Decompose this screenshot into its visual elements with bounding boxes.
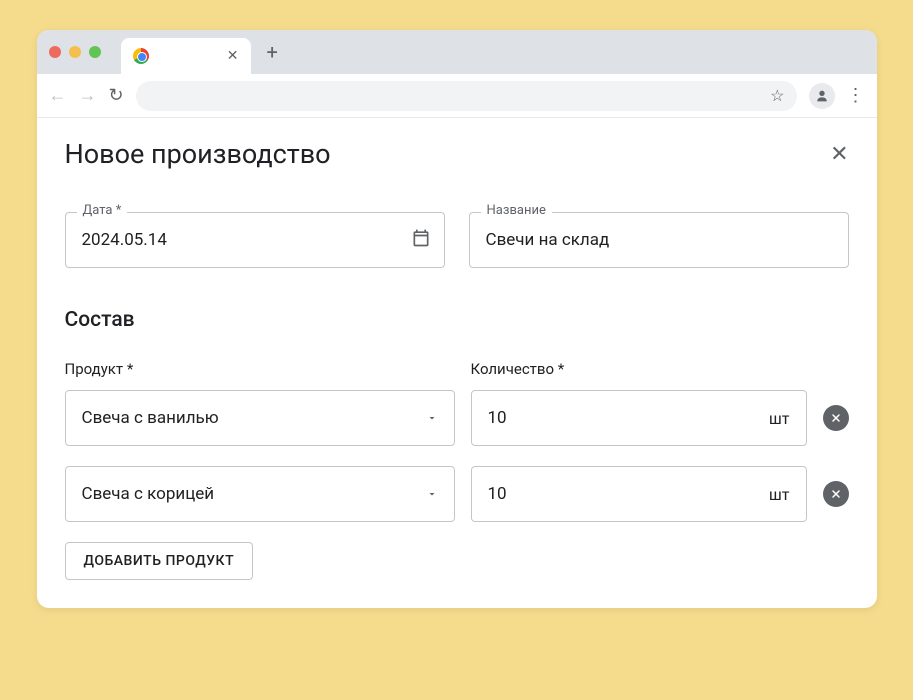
quantity-field: шт [471, 390, 807, 446]
back-button[interactable]: ← [49, 85, 67, 106]
add-product-button[interactable]: Добавить продукт [65, 542, 254, 580]
browser-toolbar: ← → ↻ ☆ ⋮ [37, 74, 877, 118]
quantity-column-label: Количество * [471, 360, 849, 378]
tab-strip: ✕ + [37, 30, 877, 74]
bookmark-icon[interactable]: ☆ [770, 86, 784, 105]
date-input[interactable] [65, 212, 445, 268]
address-bar[interactable]: ☆ [136, 81, 797, 111]
page-content: Новое производство ✕ Дата * Название Сос… [37, 118, 877, 608]
composition-row: Свеча с ванилью шт [65, 390, 849, 446]
remove-row-button[interactable] [823, 405, 849, 431]
remove-row-button[interactable] [823, 481, 849, 507]
quantity-input[interactable] [488, 484, 769, 504]
unit-label: шт [769, 409, 790, 428]
browser-window: ✕ + ← → ↻ ☆ ⋮ Новое производство ✕ Дата … [37, 30, 877, 608]
name-field: Название [469, 212, 849, 268]
minimize-window-button[interactable] [69, 46, 81, 58]
chevron-down-icon [426, 485, 438, 504]
product-select-value: Свеча с корицей [82, 484, 426, 504]
maximize-window-button[interactable] [89, 46, 101, 58]
composition-row: Свеча с корицей шт [65, 466, 849, 522]
close-window-button[interactable] [49, 46, 61, 58]
page-title: Новое производство [65, 138, 331, 170]
composition-title: Состав [65, 308, 849, 332]
quantity-field: шт [471, 466, 807, 522]
calendar-icon[interactable] [411, 228, 431, 252]
product-select[interactable]: Свеча с корицей [65, 466, 455, 522]
browser-tab[interactable]: ✕ [121, 38, 251, 74]
product-select[interactable]: Свеча с ванилью [65, 390, 455, 446]
new-tab-button[interactable]: + [267, 40, 278, 64]
name-label: Название [481, 203, 552, 218]
name-input[interactable] [469, 212, 849, 268]
column-headers: Продукт * Количество * [65, 360, 849, 378]
forward-button[interactable]: → [79, 85, 97, 106]
date-field: Дата * [65, 212, 445, 268]
chevron-down-icon [426, 409, 438, 428]
page-header: Новое производство ✕ [65, 138, 849, 170]
product-select-value: Свеча с ванилью [82, 408, 426, 428]
form-row: Дата * Название [65, 212, 849, 268]
product-column-label: Продукт * [65, 360, 455, 378]
window-controls [49, 46, 101, 58]
chrome-icon [133, 48, 149, 64]
quantity-input[interactable] [488, 408, 769, 428]
browser-menu-button[interactable]: ⋮ [847, 85, 865, 106]
close-dialog-button[interactable]: ✕ [830, 142, 848, 167]
date-label: Дата * [77, 203, 128, 218]
profile-avatar[interactable] [809, 83, 835, 109]
unit-label: шт [769, 485, 790, 504]
reload-button[interactable]: ↻ [109, 85, 124, 106]
tab-close-icon[interactable]: ✕ [227, 48, 239, 64]
